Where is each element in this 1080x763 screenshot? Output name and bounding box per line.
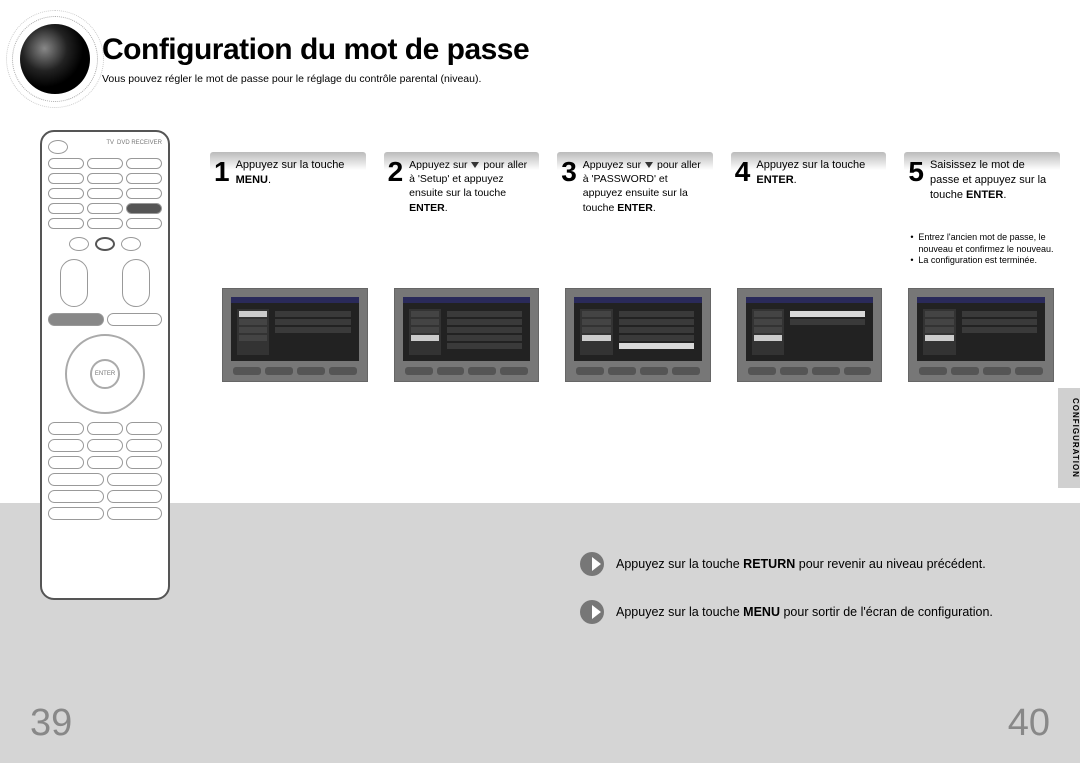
step-3-number: 3 (559, 158, 577, 186)
page-number-left: 39 (30, 702, 72, 745)
tv-screenshots-row (222, 288, 1054, 382)
remote-enter-button: ENTER (90, 359, 120, 389)
tv-screenshot-2 (394, 288, 540, 382)
play-bullet-icon (580, 600, 604, 624)
step-5-note-1: Entrez l'ancien mot de passe, le nouveau… (910, 232, 1060, 255)
step-1-number: 1 (212, 158, 230, 186)
step-3-text: Appuyez sur pour aller à 'PASSWORD' et a… (583, 158, 709, 215)
steps-row: 1 Appuyez sur la touche MENU. 2 Appuyez … (210, 152, 1060, 267)
tip-menu-text: Appuyez sur la touche MENU pour sortir d… (616, 605, 993, 619)
step-5-number: 5 (906, 158, 924, 186)
tv-screenshot-5 (908, 288, 1054, 382)
step-1-text: Appuyez sur la touche MENU. (236, 158, 362, 188)
step-4: 4 Appuyez sur la touche ENTER. (731, 152, 887, 224)
page-title: Configuration du mot de passe (102, 33, 529, 67)
tip-menu: Appuyez sur la touche MENU pour sortir d… (580, 600, 1030, 624)
tv-screenshot-3 (565, 288, 711, 382)
tv-screenshot-4 (737, 288, 883, 382)
speaker-icon (20, 24, 90, 94)
tv-screenshot-1 (222, 288, 368, 382)
step-4-text: Appuyez sur la touche ENTER. (756, 158, 882, 188)
step-5: 5 Saisissez le mot de passe et appuyez s… (904, 152, 1060, 267)
tip-return-text: Appuyez sur la touche RETURN pour reveni… (616, 557, 986, 571)
step-2-text: Appuyez sur pour aller à 'Setup' et appu… (409, 158, 535, 215)
side-tab-configuration: CONFIGURATION (1058, 388, 1080, 488)
tip-return: Appuyez sur la touche RETURN pour reveni… (580, 552, 1030, 576)
page-number-right: 40 (1008, 702, 1050, 745)
step-5-notes: Entrez l'ancien mot de passe, le nouveau… (904, 232, 1060, 267)
page-subtitle: Vous pouvez régler le mot de passe pour … (102, 73, 529, 85)
remote-illustration: TVDVD RECEIVER ENTER (40, 130, 170, 600)
step-4-number: 4 (733, 158, 751, 186)
step-5-text: Saisissez le mot de passe et appuyez sur… (930, 158, 1056, 203)
step-5-note-2: La configuration est terminée. (910, 255, 1060, 267)
step-3: 3 Appuyez sur pour aller à 'PASSWORD' et… (557, 152, 713, 224)
step-2: 2 Appuyez sur pour aller à 'Setup' et ap… (384, 152, 540, 224)
step-2-number: 2 (386, 158, 404, 186)
play-bullet-icon (580, 552, 604, 576)
tips: Appuyez sur la touche RETURN pour reveni… (580, 552, 1030, 624)
step-1: 1 Appuyez sur la touche MENU. (210, 152, 366, 224)
header: Configuration du mot de passe Vous pouve… (20, 24, 529, 94)
